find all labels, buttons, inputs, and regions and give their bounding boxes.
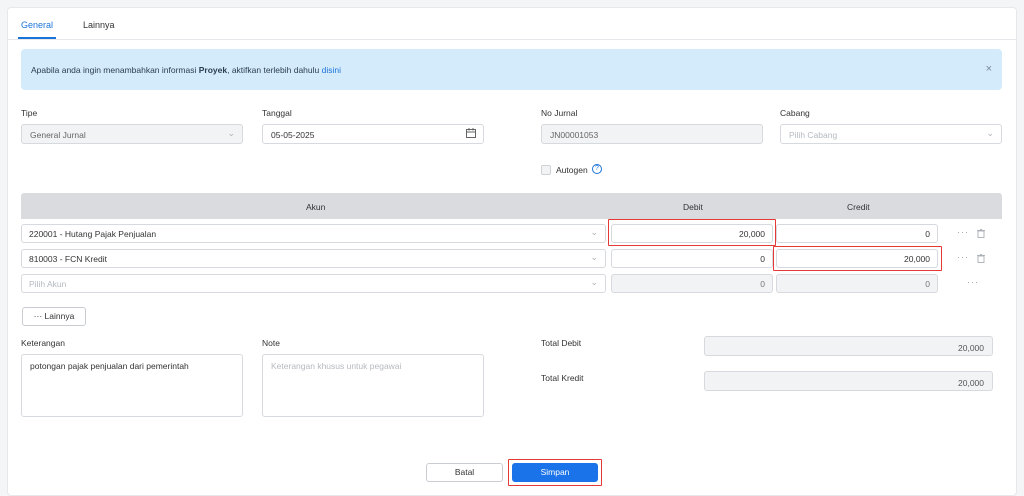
cabang-select[interactable]: Pilih Cabang ⌄ bbox=[780, 124, 1002, 144]
chevron-down-icon: ⌄ bbox=[590, 227, 598, 237]
cancel-button[interactable]: Batal bbox=[426, 463, 503, 482]
tab-general[interactable]: General bbox=[21, 20, 53, 30]
akun-select[interactable]: 220001 - Hutang Pajak Penjualan ⌄ bbox=[21, 224, 606, 243]
more-options-icon[interactable]: ··· bbox=[957, 252, 969, 262]
lainnya-button[interactable]: ··· Lainnya bbox=[22, 307, 86, 326]
debit-input[interactable]: 20,000 bbox=[611, 224, 773, 243]
active-tab-indicator bbox=[18, 37, 56, 39]
note-textarea[interactable]: Keterangan khusus untuk pegawai bbox=[262, 354, 484, 417]
debit-input[interactable]: 0 bbox=[611, 249, 773, 268]
tab-lainnya[interactable]: Lainnya bbox=[83, 20, 115, 30]
save-button[interactable]: Simpan bbox=[512, 463, 598, 482]
journal-form-card: General Lainnya Apabila anda ingin menam… bbox=[7, 7, 1017, 496]
help-circle-icon[interactable]: ? bbox=[592, 164, 602, 174]
credit-input[interactable]: 0 bbox=[776, 224, 938, 243]
chevron-down-icon: ⌄ bbox=[590, 252, 598, 262]
calendar-icon bbox=[466, 128, 476, 138]
akun-select[interactable]: Pilih Akun ⌄ bbox=[21, 274, 606, 293]
info-link-disini[interactable]: disini bbox=[322, 65, 341, 75]
autogen-checkbox[interactable] bbox=[541, 165, 551, 175]
tab-bar: General Lainnya bbox=[8, 8, 1016, 40]
chevron-down-icon: ⌄ bbox=[590, 277, 598, 287]
close-icon[interactable]: × bbox=[986, 63, 992, 75]
keterangan-label: Keterangan bbox=[21, 338, 65, 348]
credit-input[interactable]: 20,000 bbox=[776, 249, 938, 268]
chevron-down-icon: ⌄ bbox=[986, 128, 994, 138]
cabang-label: Cabang bbox=[780, 108, 810, 118]
no-jurnal-label: No Jurnal bbox=[541, 108, 578, 118]
total-debit-value: 20,000 bbox=[704, 336, 993, 356]
tipe-label: Tipe bbox=[21, 108, 38, 118]
more-options-icon[interactable]: ··· bbox=[967, 277, 979, 287]
akun-select[interactable]: 810003 - FCN Kredit ⌄ bbox=[21, 249, 606, 268]
col-debit: Debit bbox=[683, 202, 703, 212]
more-options-icon[interactable]: ··· bbox=[957, 227, 969, 237]
info-banner: Apabila anda ingin menambahkan informasi… bbox=[21, 49, 1002, 90]
info-text: Apabila anda ingin menambahkan informasi… bbox=[31, 65, 341, 75]
total-kredit-value: 20,000 bbox=[704, 371, 993, 391]
debit-input[interactable]: 0 bbox=[611, 274, 773, 293]
info-bold-proyek: Proyek bbox=[198, 65, 228, 75]
col-credit: Credit bbox=[847, 202, 870, 212]
trash-icon[interactable] bbox=[977, 229, 985, 238]
col-akun: Akun bbox=[306, 202, 326, 212]
chevron-down-icon: ⌄ bbox=[227, 128, 235, 138]
note-label: Note bbox=[262, 338, 280, 348]
journal-table-header: Akun Debit Credit bbox=[21, 193, 1002, 219]
tanggal-label: Tanggal bbox=[262, 108, 292, 118]
trash-icon[interactable] bbox=[977, 254, 985, 263]
tipe-select[interactable]: General Jurnal ⌄ bbox=[21, 124, 243, 144]
tanggal-date-input[interactable]: 05-05-2025 bbox=[262, 124, 484, 144]
autogen-label: Autogen bbox=[556, 165, 588, 175]
total-kredit-label: Total Kredit bbox=[541, 373, 584, 383]
no-jurnal-input[interactable]: JN00001053 bbox=[541, 124, 763, 144]
credit-input[interactable]: 0 bbox=[776, 274, 938, 293]
keterangan-textarea[interactable]: potongan pajak penjualan dari pemerintah bbox=[21, 354, 243, 417]
total-debit-label: Total Debit bbox=[541, 338, 582, 348]
